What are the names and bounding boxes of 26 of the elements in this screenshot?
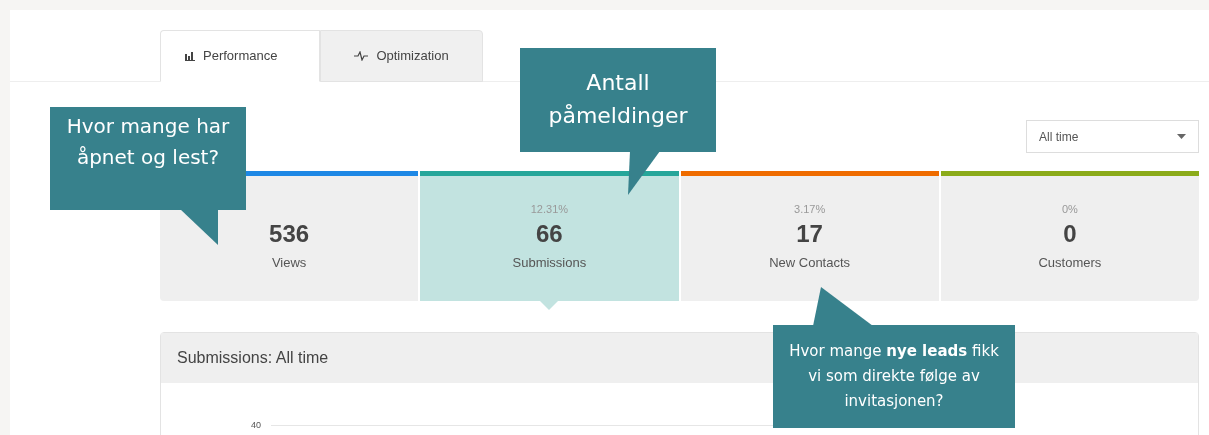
- stat-label: New Contacts: [769, 254, 851, 272]
- percent-text: 12.31%: [530, 202, 569, 215]
- percent-text: 0%: [1061, 202, 1078, 215]
- stat-value: 536: [269, 219, 310, 249]
- callout-text: Hvor mange har åpnet og lest?: [65, 113, 231, 171]
- time-range-dropdown[interactable]: All time: [1026, 120, 1199, 153]
- stat-card[interactable]: 3.17% 17 New Contacts: [680, 171, 939, 301]
- tab[interactable]: Optimization: [320, 30, 483, 82]
- stat-value: 0: [1063, 219, 1077, 249]
- stat-label: Submissions: [512, 254, 587, 272]
- axis-tick-label: 40: [251, 419, 261, 432]
- stat-label: Customers: [1038, 254, 1102, 272]
- percent-text: 3.17%: [794, 202, 826, 215]
- bar-chart-icon: [185, 51, 195, 61]
- caret-icon: [1177, 134, 1186, 139]
- pulse-icon: [354, 51, 369, 61]
- stat-value: 17: [796, 219, 823, 249]
- tab[interactable]: Performance: [160, 30, 320, 82]
- stat-card[interactable]: 12.31% 66 Submissions: [420, 171, 679, 301]
- stat-value: 66: [536, 219, 563, 249]
- callout-text: Antall påmeldinger: [547, 69, 689, 130]
- stat-label: Views: [271, 254, 307, 272]
- panel-title: Submissions: All time: [177, 348, 329, 368]
- callout-text: Hvor mange nye leads fikk vi som direkte følge av invitasjonen?: [788, 341, 1000, 412]
- stat-card[interactable]: 0% 0 Customers: [940, 171, 1199, 301]
- pointer-icon: [540, 301, 559, 310]
